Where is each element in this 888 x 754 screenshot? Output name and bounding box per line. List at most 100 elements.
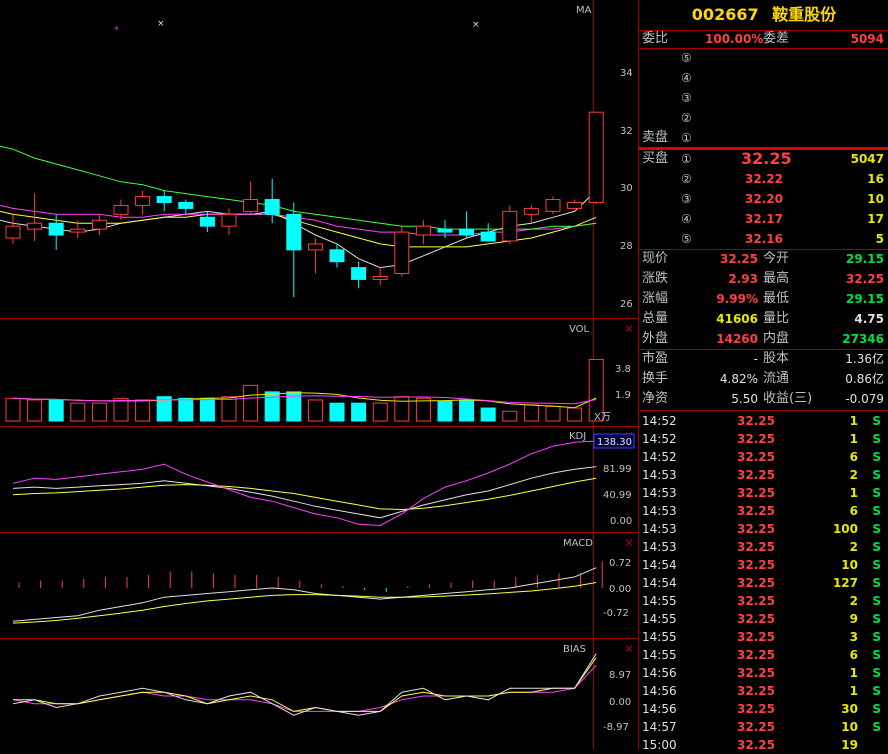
price-panel[interactable] <box>0 111 604 298</box>
volume-bar[interactable] <box>221 396 237 422</box>
volume-bar[interactable] <box>264 391 280 422</box>
volume-bar[interactable] <box>5 397 21 422</box>
close-icon[interactable]: ✕ <box>624 642 634 656</box>
candle[interactable] <box>545 199 561 212</box>
candle[interactable] <box>502 210 518 242</box>
candle[interactable] <box>351 267 367 280</box>
quote-panel: 002667 鞍重股份 委比 100.00% 委差 5094 ⑤④③②① 卖盘 … <box>638 0 888 752</box>
kdj-label: KDJ <box>569 431 586 442</box>
volume-bar[interactable] <box>437 401 453 422</box>
candle[interactable] <box>415 225 431 236</box>
tick-price: 32.25 <box>737 414 775 428</box>
macd-panel[interactable] <box>12 561 603 624</box>
volume-bar[interactable] <box>415 397 431 422</box>
volume-bar[interactable] <box>459 399 475 422</box>
quote-label: 今开 <box>763 251 790 266</box>
price-tick: 28 <box>620 241 633 252</box>
tick-volume: 10 <box>841 720 858 734</box>
candle[interactable] <box>286 213 302 251</box>
kdj-panel[interactable] <box>12 440 597 527</box>
close-icon[interactable]: ✕ <box>624 536 634 550</box>
candle[interactable] <box>5 225 21 239</box>
candle[interactable] <box>135 196 151 206</box>
tick-side: S <box>872 630 881 644</box>
divider <box>639 410 888 411</box>
bias-panel[interactable] <box>12 653 597 716</box>
buy-level-volume: 16 <box>867 172 884 186</box>
tick-time: 14:52 <box>642 432 677 446</box>
tick-time: 14:56 <box>642 666 677 680</box>
volume-bar[interactable] <box>523 404 539 422</box>
volume-bar[interactable] <box>545 405 561 422</box>
candle[interactable] <box>264 199 280 215</box>
volume-bar[interactable] <box>199 397 215 422</box>
candle[interactable] <box>113 204 129 215</box>
macd-tick: -0.72 <box>603 608 629 619</box>
volume-bar[interactable] <box>178 397 194 422</box>
candle[interactable] <box>199 216 215 227</box>
tick-side: S <box>872 612 881 626</box>
volume-bar[interactable] <box>135 399 151 422</box>
volume-bar[interactable] <box>243 384 259 422</box>
fund-value: 4.82% <box>719 372 758 386</box>
tick-price: 32.25 <box>737 576 775 590</box>
buy-level-index: ③ <box>681 192 692 206</box>
candle[interactable] <box>27 222 43 230</box>
macd-tick: 0.00 <box>609 584 631 595</box>
bias-line <box>13 657 597 712</box>
candle[interactable] <box>70 228 86 233</box>
volume-bar[interactable] <box>27 399 43 422</box>
volume-bar[interactable] <box>48 399 64 422</box>
candle[interactable] <box>588 111 604 203</box>
candle[interactable] <box>437 228 453 233</box>
volume-bar[interactable] <box>351 402 367 422</box>
volume-bar[interactable] <box>394 396 410 422</box>
bias-tick: 8.97 <box>609 670 631 681</box>
candle[interactable] <box>221 213 237 227</box>
candle[interactable] <box>91 219 107 230</box>
candle[interactable] <box>307 243 323 251</box>
tick-volume: 3 <box>849 630 858 644</box>
candle[interactable] <box>329 249 345 263</box>
buy-level-index: ⑤ <box>681 232 692 246</box>
volume-panel[interactable] <box>5 358 604 422</box>
quote-label: 内盘 <box>763 331 790 346</box>
volume-bar[interactable] <box>307 399 323 422</box>
candle[interactable] <box>459 228 475 236</box>
volume-bar[interactable] <box>502 410 518 422</box>
tick-time: 14:53 <box>642 504 677 518</box>
tick-price: 32.25 <box>737 432 775 446</box>
quote-value: 9.99% <box>716 292 758 306</box>
vol-tick: 1.9 <box>615 390 631 401</box>
quote-value: 29.15 <box>846 252 884 266</box>
candle[interactable] <box>178 201 194 209</box>
volume-bar[interactable] <box>567 407 583 422</box>
close-icon[interactable]: ✕ <box>624 322 634 336</box>
tick-price: 32.25 <box>737 702 775 716</box>
tick-time: 14:53 <box>642 540 677 554</box>
quote-label: 外盘 <box>642 331 669 346</box>
macd-tick: 0.72 <box>609 558 631 569</box>
candle[interactable] <box>523 207 539 215</box>
candle[interactable] <box>480 231 496 242</box>
candle[interactable] <box>372 275 388 280</box>
candle[interactable] <box>48 222 64 236</box>
volume-bar[interactable] <box>113 397 129 422</box>
kline-chart-area[interactable]: MA VOL KDJ MACD BIAS ✕ ✕ ✕ ✕ * × × 34 32… <box>0 0 638 749</box>
volume-ma-line <box>12 395 597 405</box>
macd-label: MACD <box>563 538 593 549</box>
volume-bar[interactable] <box>91 402 107 422</box>
volume-bar[interactable] <box>480 407 496 422</box>
quote-value: 29.15 <box>846 292 884 306</box>
volume-bar[interactable] <box>70 402 86 422</box>
kdj-j-line <box>12 440 597 527</box>
candle[interactable] <box>156 196 172 203</box>
candle[interactable] <box>567 201 583 209</box>
volume-bar[interactable] <box>329 402 345 422</box>
buy-level-volume: 5 <box>875 232 884 246</box>
volume-bar[interactable] <box>372 402 388 422</box>
candle[interactable] <box>243 199 259 212</box>
tick-side: S <box>872 684 881 698</box>
candle[interactable] <box>394 231 410 275</box>
tick-time: 14:53 <box>642 522 677 536</box>
